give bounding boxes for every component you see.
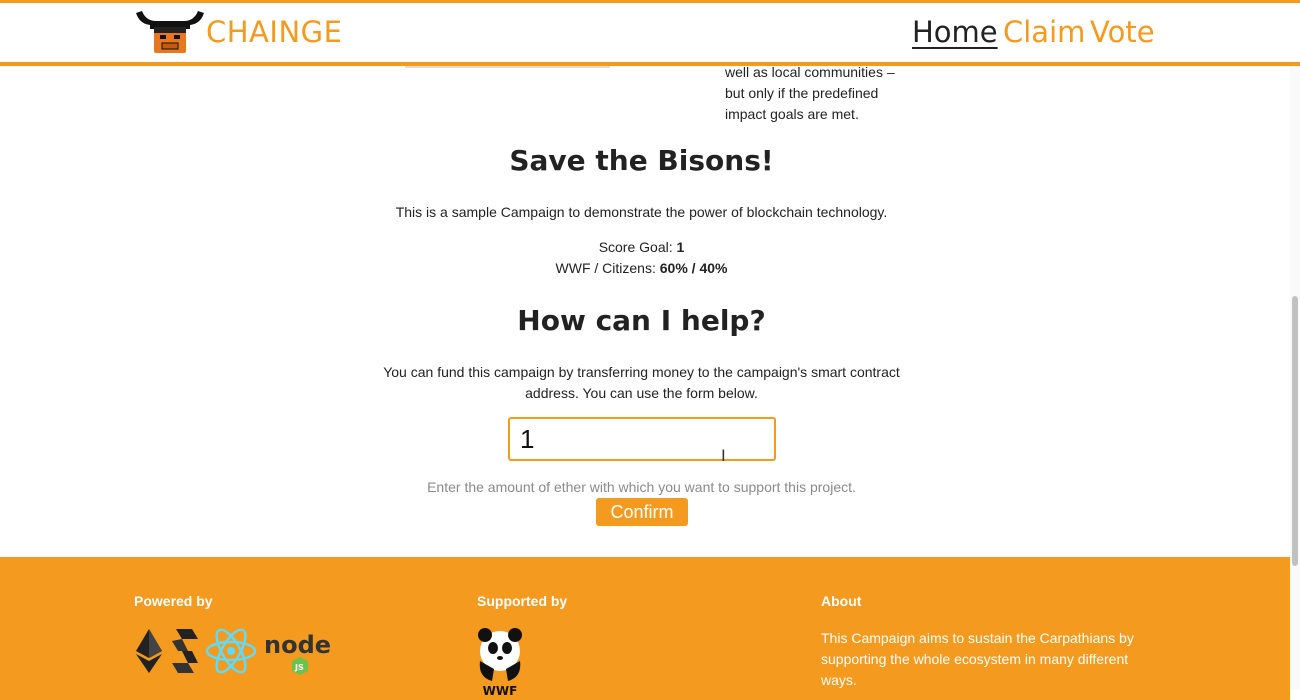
header: CHAINGE Home Claim Vote xyxy=(0,3,1300,66)
partial-divider xyxy=(405,66,610,68)
svg-text:JS: JS xyxy=(294,663,304,672)
nav-claim[interactable]: Claim xyxy=(1003,15,1085,49)
fund-split-value: 60% / 40% xyxy=(659,260,728,276)
fund-split-label: WWF / Citizens: xyxy=(555,260,660,276)
react-icon xyxy=(205,628,257,674)
help-title: How can I help? xyxy=(517,304,766,337)
intro-line: but only if the predefined xyxy=(725,85,879,101)
svg-text:WWF: WWF xyxy=(483,684,518,697)
nodejs-icon: node JS xyxy=(264,631,331,675)
fund-split: WWF / Citizens: 60% / 40% xyxy=(0,260,1283,276)
campaign-title: Save the Bisons! xyxy=(509,144,774,177)
confirm-button[interactable]: Confirm xyxy=(596,498,688,526)
nav-vote[interactable]: Vote xyxy=(1090,15,1155,49)
supported-by-heading: Supported by xyxy=(477,593,568,609)
scrollbar-thumb[interactable] xyxy=(1292,296,1298,566)
score-goal-value: 1 xyxy=(676,239,685,255)
text-cursor-icon: I xyxy=(721,446,726,465)
help-text: You can fund this campaign by transferri… xyxy=(0,362,1283,404)
help-text-line: address. You can use the form below. xyxy=(525,385,758,401)
solidity-icon xyxy=(172,629,198,673)
amount-input[interactable] xyxy=(508,417,776,461)
footer: Powered by Supported by About This Campa… xyxy=(0,557,1290,700)
powered-by-heading: Powered by xyxy=(134,593,213,609)
campaign-description: This is a sample Campaign to demonstrate… xyxy=(395,204,888,220)
nav-home[interactable]: Home xyxy=(912,15,998,49)
score-goal-label: Score Goal: xyxy=(598,239,677,255)
help-text-line: You can fund this campaign by transferri… xyxy=(383,364,900,380)
intro-text: well as local communities – but only if … xyxy=(725,62,900,125)
svg-text:node: node xyxy=(264,631,331,659)
intro-line: well as local communities – xyxy=(725,64,895,80)
about-text: This Campaign aims to sustain the Carpat… xyxy=(821,630,1134,688)
wwf-panda-icon: WWF xyxy=(478,628,522,697)
score-goal: Score Goal: 1 xyxy=(0,239,1283,255)
about-heading: About xyxy=(821,593,862,609)
bull-logo-icon[interactable] xyxy=(134,9,206,55)
amount-hint: Enter the amount of ether with which you… xyxy=(427,479,856,495)
brand-name[interactable]: CHAINGE xyxy=(206,15,342,49)
intro-line: impact goals are met. xyxy=(725,106,859,122)
ethereum-icon xyxy=(136,629,162,673)
